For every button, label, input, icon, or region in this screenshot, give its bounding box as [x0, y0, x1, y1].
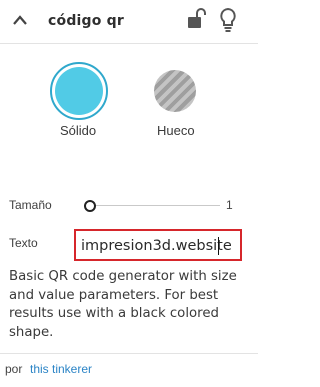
panel-header: código qr: [0, 0, 258, 44]
hollow-shape-option[interactable]: [154, 70, 196, 112]
author-prefix: por: [5, 362, 23, 376]
author-link[interactable]: this tinkerer: [30, 362, 92, 376]
hollow-option-label: Hueco: [157, 123, 195, 138]
solid-shape-option[interactable]: [55, 67, 103, 115]
shape-description: Basic QR code generator with size and va…: [9, 269, 237, 340]
text-input-highlight: [74, 229, 242, 261]
size-slider-track[interactable]: [90, 205, 220, 206]
size-slider-handle[interactable]: [84, 200, 96, 212]
text-label: Texto: [9, 236, 38, 250]
chevron-up-icon[interactable]: [11, 13, 29, 27]
unlock-icon[interactable]: [186, 7, 208, 31]
text-caret: [218, 237, 219, 255]
lightbulb-icon[interactable]: [218, 7, 238, 33]
panel-footer: por this tinkerer: [0, 353, 258, 387]
text-input[interactable]: [81, 235, 231, 257]
size-value: 1: [226, 198, 233, 212]
size-label: Tamaño: [9, 198, 52, 212]
solid-option-label: Sólido: [60, 123, 97, 138]
panel-title: código qr: [48, 13, 124, 29]
